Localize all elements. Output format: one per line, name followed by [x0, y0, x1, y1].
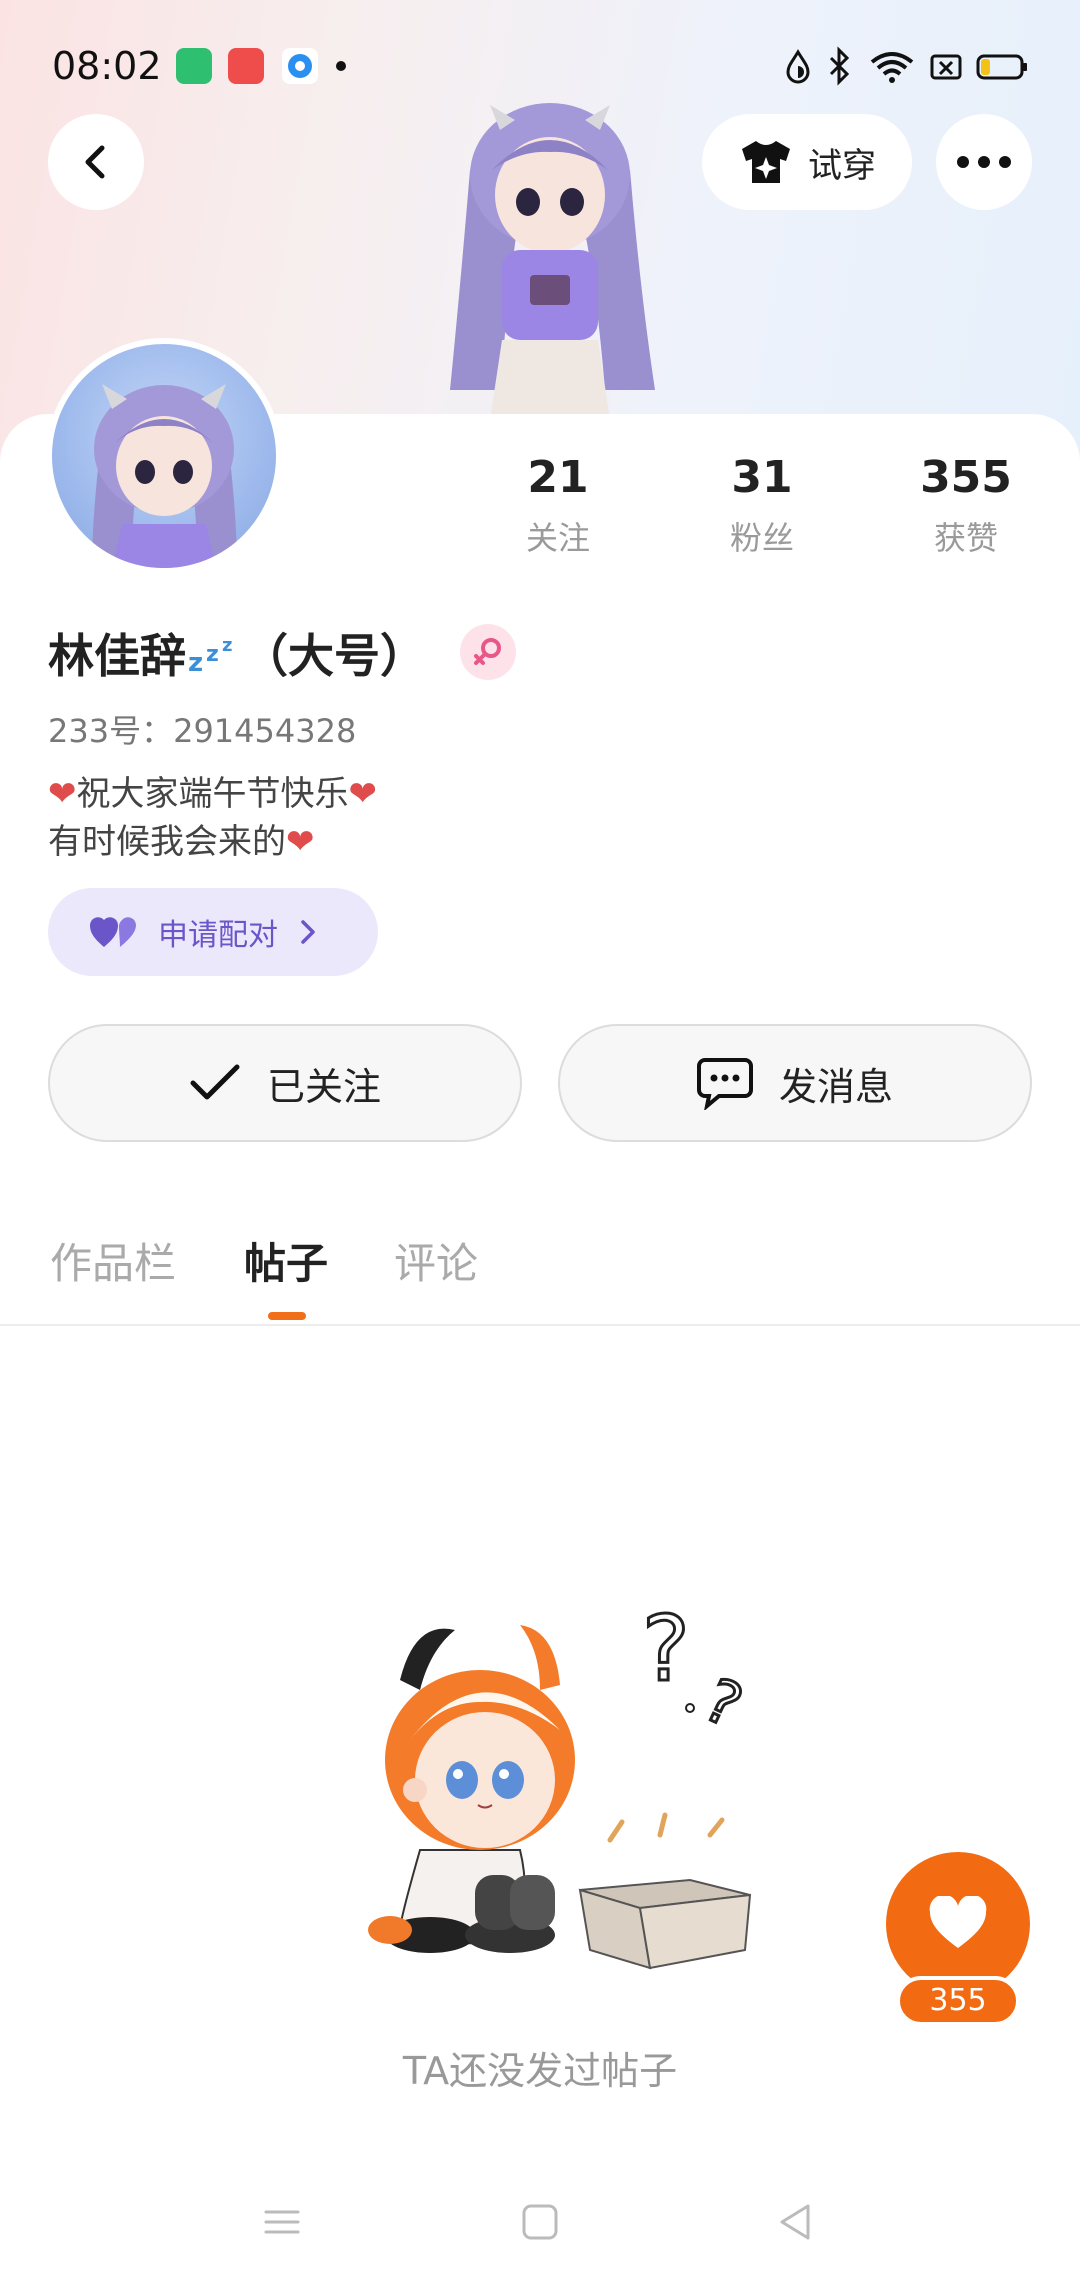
avatar-3d-figure — [450, 103, 655, 420]
bio: ❤祝大家端午节快乐❤ 有时候我会来的❤ — [48, 770, 377, 866]
home-icon[interactable] — [520, 2202, 560, 2242]
likes-label: 获赞 — [933, 519, 998, 557]
wifi-icon — [870, 52, 914, 83]
more-options-button[interactable] — [936, 114, 1032, 210]
user-id: 233号：291454328 — [48, 712, 357, 750]
like-button[interactable] — [886, 1852, 1030, 1996]
followers-label: 粉丝 — [729, 519, 794, 557]
sleeping-zzz-icon: z z z — [188, 635, 232, 675]
battery-icon — [976, 54, 1027, 80]
tab-works[interactable]: 作品栏 — [50, 1230, 176, 1291]
stat-followers[interactable]: 31 粉丝 — [682, 452, 842, 559]
bio-line-2: 有时候我会来的❤ — [48, 818, 377, 866]
battery-app-icon — [176, 48, 212, 84]
svg-text:z: z — [222, 635, 232, 656]
try-on-button[interactable]: 试穿 — [702, 114, 912, 210]
message-label: 发消息 — [778, 1064, 893, 1109]
message-button[interactable]: 发消息 — [558, 1024, 1032, 1142]
svg-text:z: z — [206, 642, 219, 667]
following-label: 关注 — [525, 519, 590, 557]
check-icon — [190, 1064, 240, 1100]
likes-count: 355 — [920, 452, 1012, 503]
heart-emoji-icon: ❤ — [48, 774, 77, 814]
camera-app-icon — [228, 48, 264, 84]
svg-text:z: z — [188, 648, 203, 675]
bluetooth-icon — [829, 46, 850, 86]
bio-line-1-text: 祝大家端午节快乐 — [76, 774, 349, 814]
follow-button[interactable]: 已关注 — [48, 1024, 522, 1142]
chat-bubble-icon — [696, 1058, 753, 1110]
bio-line-1: ❤祝大家端午节快乐❤ — [48, 770, 377, 818]
female-icon — [474, 638, 501, 665]
tab-posts[interactable]: 帖子 — [244, 1230, 328, 1291]
request-pair-button[interactable]: 申请配对 — [48, 888, 378, 976]
back-nav-icon[interactable] — [776, 2202, 816, 2242]
nickname: 林佳辞 z z z （大号） — [48, 620, 426, 686]
chevron-right-icon — [301, 920, 315, 944]
chevron-left-icon — [85, 145, 105, 179]
following-count: 21 — [527, 452, 589, 503]
content-tabs: 作品栏 帖子 评论 — [0, 1220, 1080, 1326]
heart-emoji-icon: ❤ — [286, 822, 315, 862]
bio-line-2-text: 有时候我会来的 — [48, 822, 286, 862]
followers-count: 31 — [731, 452, 793, 503]
avatar-image — [92, 384, 237, 568]
heart-emoji-icon: ❤ — [348, 774, 378, 814]
nickname-text: 林佳辞 — [48, 629, 186, 683]
gender-female-badge — [460, 624, 516, 680]
request-pair-label: 申请配对 — [158, 918, 278, 953]
like-count-badge: 355 — [896, 1976, 1020, 2026]
status-time: 08:02 — [52, 44, 162, 88]
follow-label: 已关注 — [266, 1064, 381, 1109]
no-sim-icon — [930, 54, 962, 80]
menu-icon[interactable] — [262, 2202, 302, 2242]
avatar[interactable] — [46, 338, 282, 574]
svg-text:?: ? — [694, 1665, 752, 1742]
tab-comments[interactable]: 评论 — [394, 1230, 478, 1291]
stat-likes[interactable]: 355 获赞 — [886, 452, 1046, 559]
nickname-suffix: （大号） — [242, 629, 426, 683]
try-on-label: 试穿 — [808, 145, 876, 186]
tshirt-sparkle-icon — [742, 141, 790, 183]
stat-following[interactable]: 21 关注 — [478, 452, 638, 559]
more-icon — [957, 156, 1011, 168]
double-heart-icon — [90, 917, 136, 947]
svg-text:?: ? — [642, 1597, 690, 1702]
empty-state-illustration: ? ? — [368, 1596, 754, 1970]
empty-state-text: TA还没发过帖子 — [402, 2049, 678, 2093]
notification-dot-icon — [336, 61, 346, 71]
back-button[interactable] — [48, 114, 144, 210]
data-saver-icon — [786, 49, 810, 84]
browser-app-icon — [282, 48, 318, 84]
heart-icon — [929, 1896, 987, 1948]
system-nav-bar — [0, 2170, 1080, 2280]
tab-active-indicator — [268, 1312, 306, 1320]
